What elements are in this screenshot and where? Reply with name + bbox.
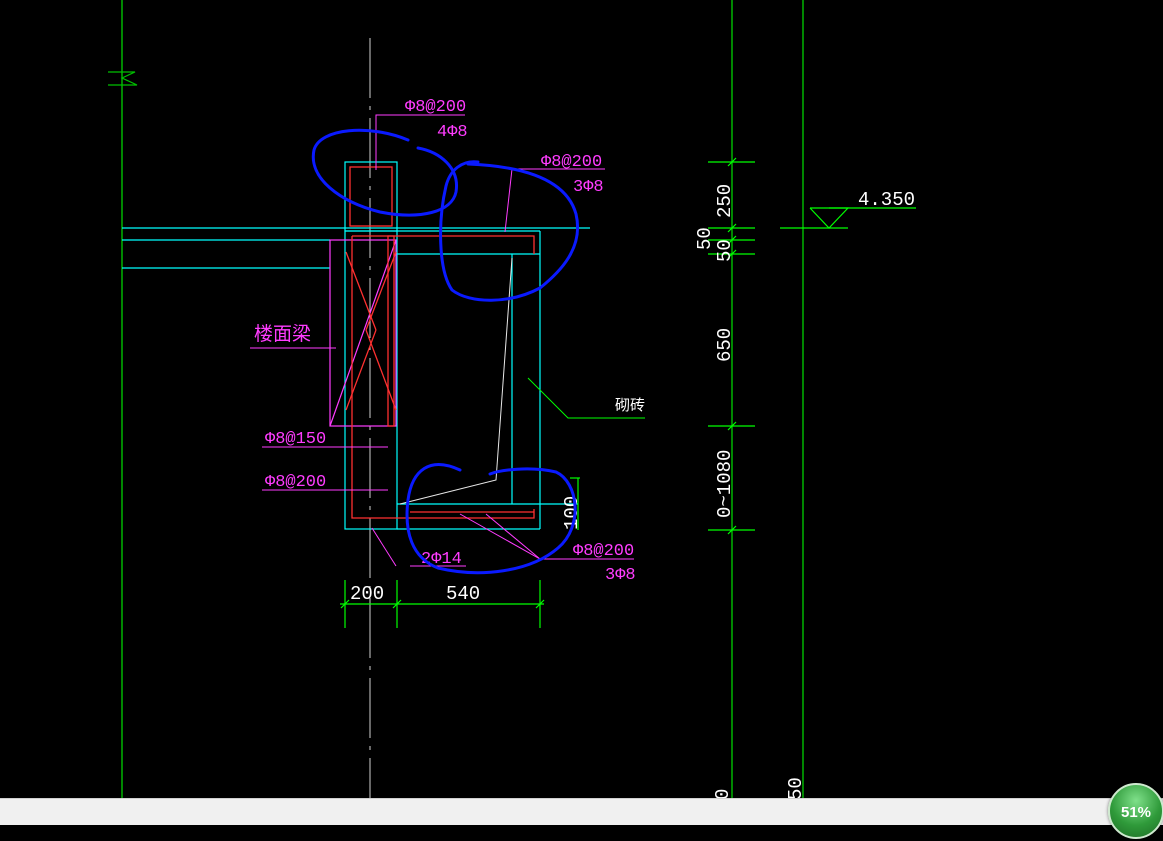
dim-v-bottom-right: 50 — [785, 777, 807, 798]
label-top-bars: 4Φ8 — [437, 123, 468, 142]
hand-drawn-annotations — [311, 128, 579, 575]
label-bottom-stirrup: Φ8@200 — [573, 542, 634, 561]
elevation-marker — [780, 207, 916, 229]
dim-width-left: 200 — [350, 583, 384, 605]
label-left-stirrup-1: Φ8@150 — [265, 430, 326, 449]
dim-width-right: 540 — [446, 583, 480, 605]
zoom-level-badge[interactable]: 51% — [1108, 783, 1163, 839]
axis-lines — [108, 0, 804, 798]
label-top-stirrup: Φ8@200 — [405, 98, 466, 117]
label-bottom-bars: 2Φ14 — [421, 550, 462, 569]
dim-v-bottom-left: 0 — [712, 789, 734, 798]
label-floor-beam: 楼面梁 — [254, 323, 311, 345]
dim-v-650: 650 — [714, 328, 736, 362]
cad-drawing-canvas[interactable]: Φ8@200 4Φ8 Φ8@200 3Φ8 楼面梁 Φ8@150 Φ8@200 … — [0, 0, 1163, 798]
label-right-stirrup: Φ8@200 — [541, 153, 602, 172]
dim-v-range: 0~1080 — [714, 450, 736, 518]
floor-slab — [122, 227, 590, 269]
dim-v-250: 250 — [714, 184, 736, 218]
label-left-stirrup-2: Φ8@200 — [265, 473, 326, 492]
concrete-outline — [344, 161, 578, 530]
label-brick: 砌砖 — [615, 396, 645, 414]
floor-beam-section — [329, 239, 397, 427]
zoom-level-text: 51% — [1120, 804, 1152, 821]
dim-v-50b: 50 — [714, 239, 736, 262]
label-right-bars: 3Φ8 — [573, 178, 604, 197]
elevation-value: 4.350 — [858, 189, 915, 211]
status-bar — [0, 798, 1163, 825]
label-bottom-right-bars: 3Φ8 — [605, 566, 636, 585]
dim-v-50a: 50 — [694, 227, 716, 250]
